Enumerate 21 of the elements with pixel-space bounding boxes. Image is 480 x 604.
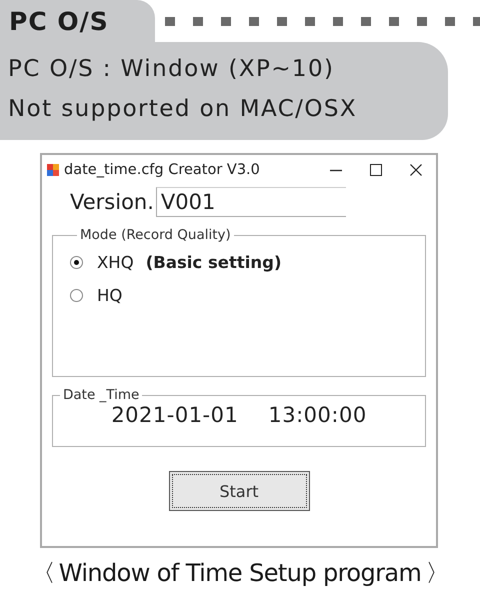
caption-text: Window of Time Setup program: [58, 559, 422, 587]
time-text: 13:00:00: [268, 403, 367, 427]
radio-button[interactable]: [70, 289, 83, 302]
info-text: PC O/S : Window (XP~10): [8, 56, 336, 82]
version-label: Version.: [70, 190, 154, 214]
info-text: Not supported on MAC/OSX: [8, 96, 358, 122]
app-icon: [47, 164, 59, 176]
maximize-icon: [370, 164, 382, 176]
group-label: Mode (Record Quality): [79, 227, 232, 243]
option-label: XHQ: [97, 253, 134, 272]
option-note: (Basic setting): [146, 253, 282, 272]
window-title: date_time.cfg Creator V3.0: [64, 162, 261, 178]
start-button[interactable]: Start: [168, 471, 310, 511]
radio-button[interactable]: [70, 256, 83, 269]
date-text: 2021-01-01: [111, 403, 238, 427]
close-icon: [410, 164, 422, 176]
bracket-right: 〉: [425, 558, 449, 589]
option-label: HQ: [97, 286, 122, 305]
group-label: Date _Time: [62, 387, 140, 403]
bracket-left: 〈: [31, 558, 55, 589]
version-field[interactable]: V001: [156, 187, 346, 217]
